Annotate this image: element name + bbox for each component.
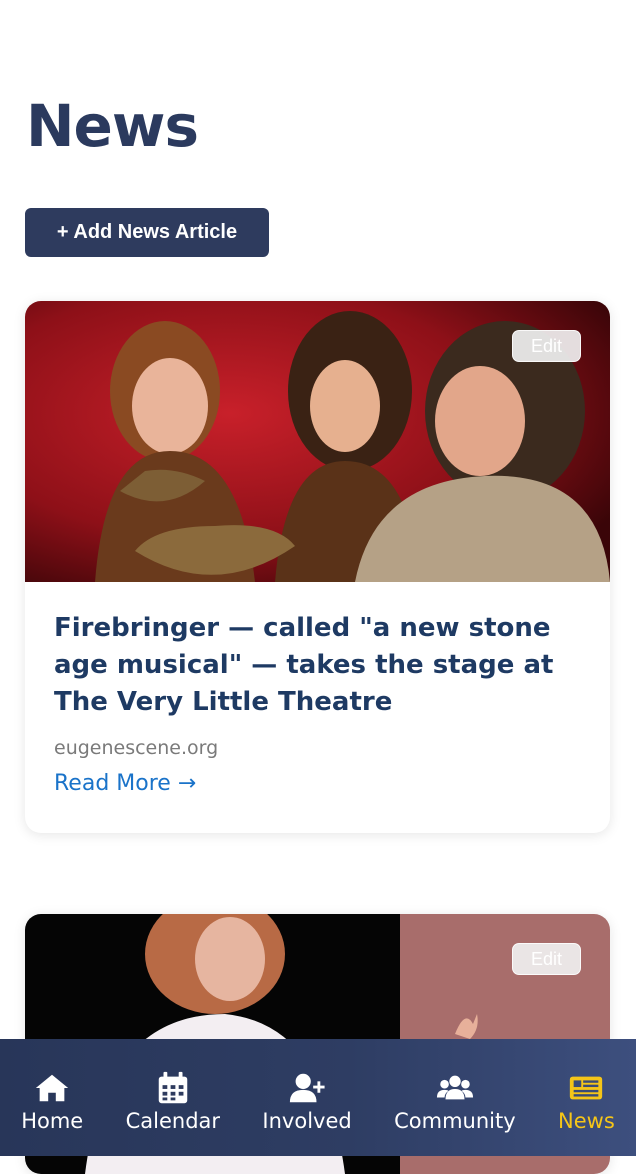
user-plus-icon — [289, 1073, 325, 1103]
nav-label: Home — [21, 1109, 84, 1133]
read-more-link[interactable]: Read More → — [54, 771, 196, 796]
article-title[interactable]: Firebringer — called "a new stone age mu… — [54, 610, 581, 721]
nav-label: Community — [394, 1109, 516, 1133]
newspaper-icon — [570, 1076, 603, 1100]
bottom-navigation: Home Calendar Involved Community News — [0, 1039, 636, 1156]
nav-label: Involved — [262, 1109, 352, 1133]
edit-button[interactable]: Edit — [512, 330, 581, 362]
nav-item-calendar[interactable]: Calendar — [126, 1039, 220, 1156]
edit-button[interactable]: Edit — [512, 943, 581, 975]
users-icon — [436, 1075, 473, 1100]
article-image[interactable]: Edit — [25, 301, 610, 582]
calendar-icon — [158, 1071, 188, 1104]
nav-item-community[interactable]: Community — [394, 1039, 516, 1156]
nav-item-news[interactable]: News — [558, 1039, 615, 1156]
news-card: Edit Firebringer — called "a new stone a… — [25, 301, 610, 833]
nav-item-home[interactable]: Home — [21, 1039, 83, 1156]
add-news-article-button[interactable]: + Add News Article — [25, 208, 269, 257]
nav-label: Calendar — [125, 1109, 221, 1133]
article-source: eugenescene.org — [54, 737, 219, 759]
nav-item-involved[interactable]: Involved — [262, 1039, 352, 1156]
page-title: News — [26, 92, 199, 160]
nav-label: News — [558, 1109, 615, 1133]
home-icon — [36, 1074, 69, 1102]
